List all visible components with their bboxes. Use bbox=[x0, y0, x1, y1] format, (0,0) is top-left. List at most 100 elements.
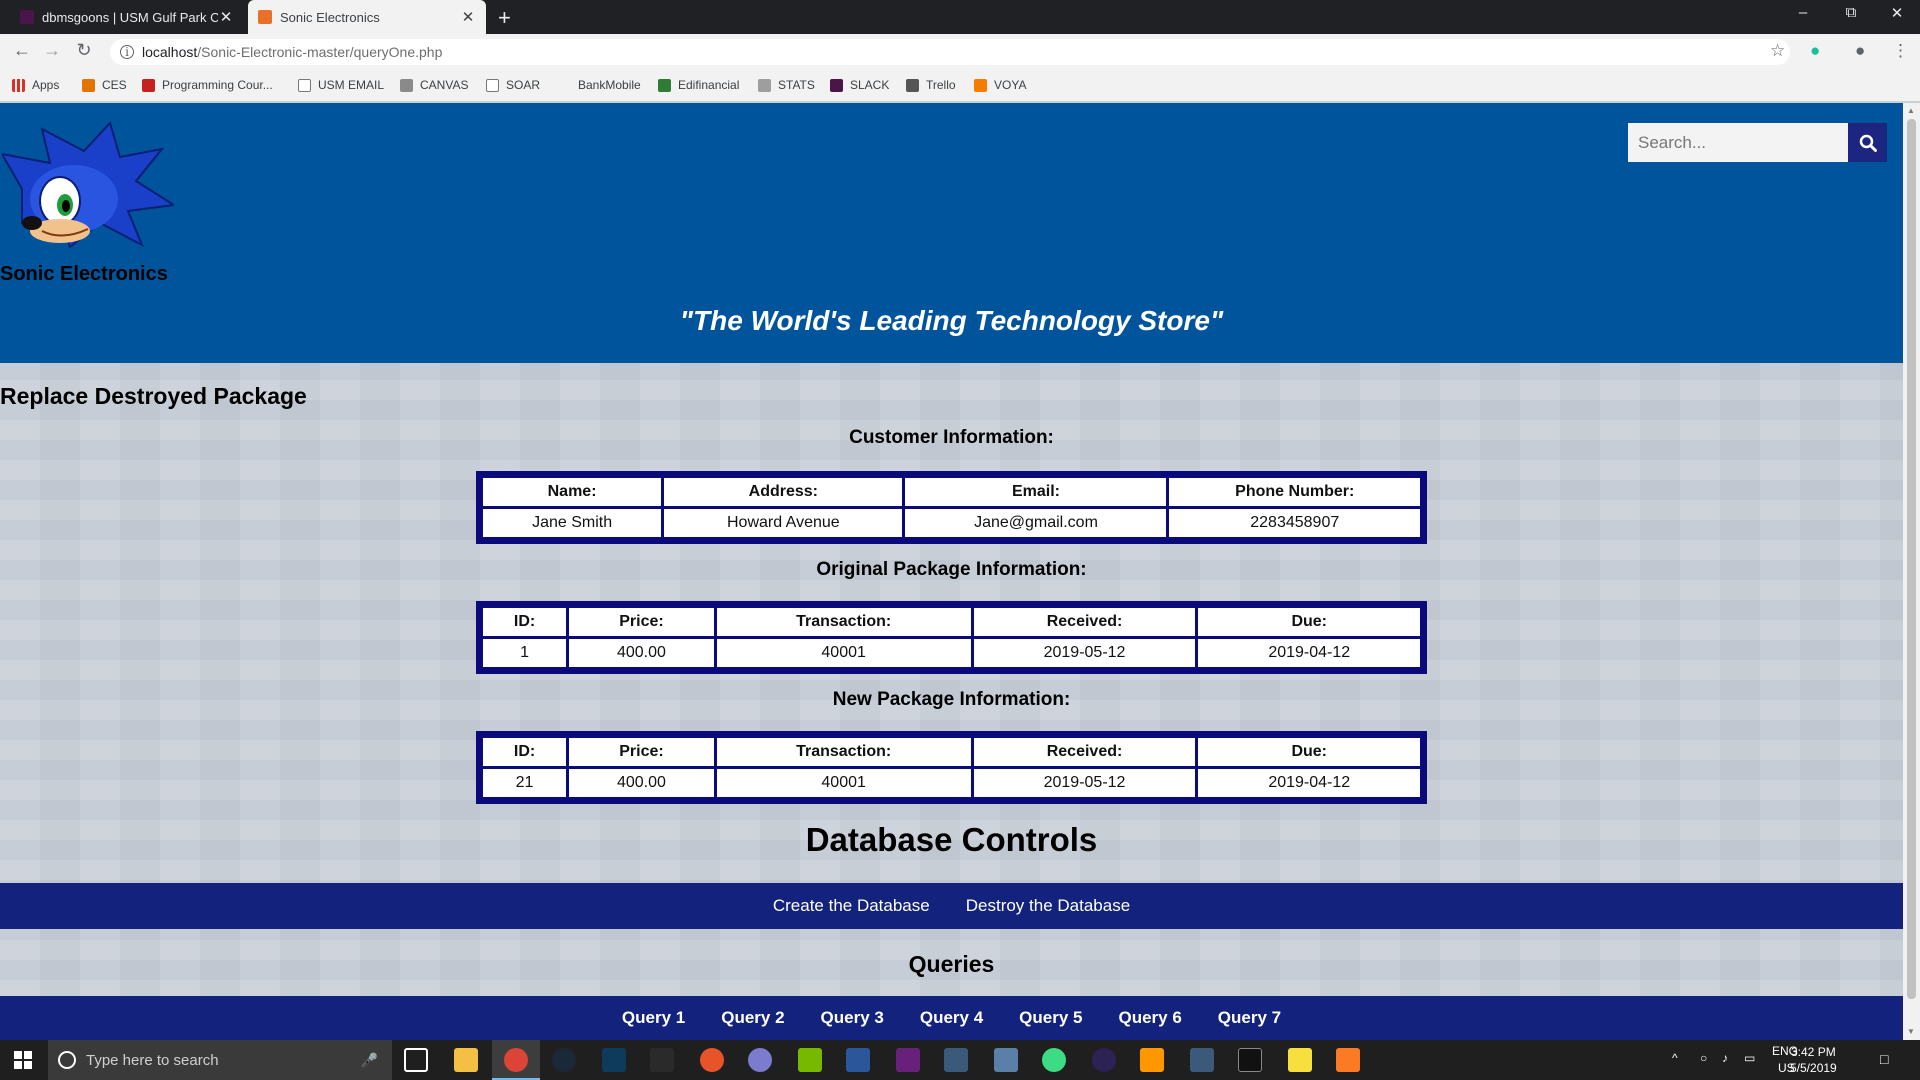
bookmark-voya[interactable]: VOYA bbox=[974, 78, 1026, 92]
grammarly-icon[interactable]: ● bbox=[1810, 41, 1820, 61]
mysql-workbench-icon[interactable] bbox=[944, 1048, 968, 1072]
bookmark-soar[interactable]: SOAR bbox=[486, 78, 540, 92]
query-7-link[interactable]: Query 7 bbox=[1218, 1008, 1281, 1028]
bookmark-programming[interactable]: Programming Cour... bbox=[142, 78, 273, 92]
minimize-icon[interactable]: – bbox=[1788, 4, 1818, 21]
battlenet-icon[interactable] bbox=[602, 1048, 626, 1072]
network-icon[interactable]: ○ bbox=[1700, 1051, 1707, 1065]
steam-icon[interactable] bbox=[552, 1048, 576, 1072]
scrollbar-thumb[interactable] bbox=[1907, 119, 1916, 999]
bookmark-bankmobile[interactable]: BankMobile bbox=[578, 78, 641, 92]
app-icon[interactable] bbox=[748, 1048, 772, 1072]
notifications-icon[interactable]: □ bbox=[1880, 1051, 1888, 1067]
epic-games-icon[interactable] bbox=[650, 1048, 674, 1072]
column-header: Received: bbox=[973, 738, 1196, 766]
table-header-row: ID: Price: Transaction: Received: Due: bbox=[483, 738, 1420, 766]
taskbar-clock[interactable]: 3:42 PM 5/5/2019 bbox=[1790, 1044, 1837, 1076]
query-5-link[interactable]: Query 5 bbox=[1019, 1008, 1082, 1028]
table-cell: 1 bbox=[483, 639, 567, 667]
nvidia-icon[interactable] bbox=[798, 1048, 822, 1072]
restore-icon[interactable]: ⧉ bbox=[1836, 4, 1866, 21]
search-button[interactable] bbox=[1848, 123, 1887, 162]
column-header: ID: bbox=[483, 608, 567, 636]
reload-icon[interactable]: ↻ bbox=[72, 40, 96, 61]
sublime-text-icon[interactable] bbox=[1140, 1048, 1164, 1072]
table-row: 1 400.00 40001 2019-05-12 2019-04-12 bbox=[483, 639, 1420, 667]
tray-chevron-icon[interactable]: ^ bbox=[1672, 1051, 1678, 1065]
search-icon bbox=[1859, 134, 1877, 152]
site-info-icon[interactable]: i bbox=[120, 45, 134, 59]
bookmark-apps[interactable]: Apps bbox=[12, 78, 59, 92]
column-header: Received: bbox=[973, 608, 1196, 636]
address-bar[interactable]: i localhost/Sonic-Electronic-master/quer… bbox=[110, 39, 1790, 65]
close-tab-icon[interactable]: ✕ bbox=[218, 8, 234, 26]
scroll-down-icon[interactable]: ▼ bbox=[1907, 1027, 1915, 1036]
table-cell: 400.00 bbox=[569, 639, 714, 667]
sticky-notes-icon[interactable] bbox=[1288, 1048, 1312, 1072]
stats-icon bbox=[758, 78, 771, 92]
terminal-icon[interactable] bbox=[1238, 1048, 1262, 1072]
tab-dbmsgoons[interactable]: dbmsgoons | USM Gulf Park Com ✕ bbox=[10, 0, 244, 34]
task-view-icon[interactable] bbox=[404, 1048, 428, 1072]
tab-title: dbmsgoons | USM Gulf Park Com bbox=[42, 9, 218, 25]
chrome-icon[interactable] bbox=[504, 1048, 528, 1072]
search-input[interactable] bbox=[1628, 123, 1848, 162]
close-tab-icon[interactable]: ✕ bbox=[460, 8, 476, 26]
visual-studio-icon[interactable] bbox=[896, 1048, 920, 1072]
site-name: Sonic Electronics bbox=[0, 263, 168, 285]
bookmark-usm-email[interactable]: USM EMAIL bbox=[298, 78, 384, 92]
browser-toolbar: ← → ↻ i localhost/Sonic-Electronic-maste… bbox=[0, 34, 1920, 70]
bookmarks-bar: Apps CES Programming Cour... USM EMAIL C… bbox=[0, 70, 1920, 102]
query-2-link[interactable]: Query 2 bbox=[721, 1008, 784, 1028]
android-studio-icon[interactable] bbox=[1042, 1048, 1066, 1072]
file-explorer-icon[interactable] bbox=[454, 1048, 478, 1072]
origin-icon[interactable] bbox=[700, 1048, 724, 1072]
column-header: Due: bbox=[1198, 608, 1420, 636]
bookmark-canvas[interactable]: CANVAS bbox=[400, 78, 468, 92]
table-cell: 400.00 bbox=[569, 769, 714, 797]
bookmark-star-icon[interactable]: ☆ bbox=[1770, 41, 1785, 61]
queries-bar: Query 1 Query 2 Query 3 Query 4 Query 5 … bbox=[0, 996, 1903, 1040]
battery-icon[interactable]: ▭ bbox=[1744, 1051, 1755, 1065]
app-icon[interactable] bbox=[994, 1048, 1018, 1072]
volume-icon[interactable]: ♪ bbox=[1722, 1051, 1728, 1065]
bookmark-edifinancial[interactable]: Edifinancial bbox=[658, 78, 739, 92]
scroll-up-icon[interactable]: ▲ bbox=[1907, 106, 1915, 115]
bookmark-trello[interactable]: Trello bbox=[906, 78, 956, 92]
forward-icon[interactable]: → bbox=[40, 40, 64, 61]
page-title: Replace Destroyed Package bbox=[0, 383, 307, 409]
query-3-link[interactable]: Query 3 bbox=[821, 1008, 884, 1028]
xampp-icon[interactable] bbox=[1336, 1048, 1360, 1072]
windows-taskbar: Type here to search 🎤 ^ ○ ♪ ▭ ENG US 3:4… bbox=[0, 1040, 1920, 1080]
ces-icon bbox=[82, 78, 95, 92]
page-icon bbox=[298, 78, 311, 92]
bookmark-stats[interactable]: STATS bbox=[758, 78, 815, 92]
mysql-icon[interactable] bbox=[1190, 1048, 1214, 1072]
eclipse-icon[interactable] bbox=[1092, 1048, 1116, 1072]
bookmark-slack[interactable]: SLACK bbox=[830, 78, 889, 92]
new-package-table: ID: Price: Transaction: Received: Due: 2… bbox=[476, 731, 1427, 804]
page-content: Sonic Electronics "The World's Leading T… bbox=[0, 103, 1903, 1040]
browser-tab-strip: dbmsgoons | USM Gulf Park Com ✕ Sonic El… bbox=[0, 0, 1920, 34]
word-icon[interactable] bbox=[846, 1048, 870, 1072]
microphone-icon[interactable]: 🎤 bbox=[361, 1052, 378, 1069]
query-6-link[interactable]: Query 6 bbox=[1118, 1008, 1181, 1028]
tab-sonic-electronics[interactable]: Sonic Electronics ✕ bbox=[248, 0, 486, 34]
start-button[interactable] bbox=[0, 1040, 46, 1080]
page-scrollbar[interactable]: ▲ ▼ bbox=[1903, 103, 1920, 1040]
profile-avatar-icon[interactable]: ● bbox=[1855, 41, 1865, 61]
query-4-link[interactable]: Query 4 bbox=[920, 1008, 983, 1028]
close-window-icon[interactable]: ✕ bbox=[1882, 4, 1912, 22]
new-tab-icon[interactable]: + bbox=[498, 5, 511, 31]
query-1-link[interactable]: Query 1 bbox=[622, 1008, 685, 1028]
table-cell: 2019-05-12 bbox=[973, 639, 1196, 667]
destroy-database-link[interactable]: Destroy the Database bbox=[966, 896, 1130, 916]
back-icon[interactable]: ← bbox=[10, 40, 34, 61]
table-cell: 2019-05-12 bbox=[973, 769, 1196, 797]
trello-icon bbox=[906, 78, 919, 92]
bookmark-ces[interactable]: CES bbox=[82, 78, 127, 92]
taskbar-search-box[interactable]: Type here to search 🎤 bbox=[48, 1040, 392, 1080]
create-database-link[interactable]: Create the Database bbox=[773, 896, 930, 916]
column-header: Transaction: bbox=[716, 608, 971, 636]
menu-kebab-icon[interactable]: ⋮ bbox=[1892, 41, 1909, 61]
